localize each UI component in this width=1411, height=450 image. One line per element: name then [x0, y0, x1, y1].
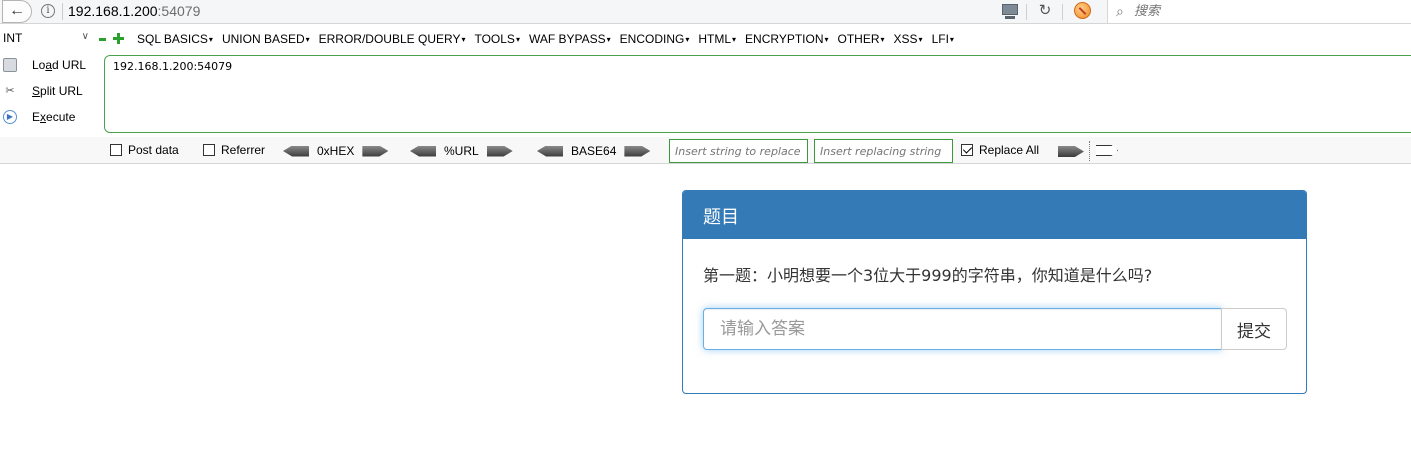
info-icon[interactable]: i — [41, 4, 55, 18]
menu-item-label: WAF BYPASS — [528, 32, 606, 46]
replace-all-box[interactable] — [961, 144, 973, 156]
scissors-icon: ✂ — [5, 85, 15, 97]
menu-item-label: TOOLS — [474, 32, 515, 46]
referrer-box[interactable] — [203, 144, 215, 156]
panel-title: 题目 — [683, 191, 1306, 239]
url-textarea[interactable]: 192.168.1.200:54079 — [104, 55, 1411, 133]
url-port: :54079 — [157, 3, 201, 19]
referrer-checkbox[interactable]: Referrer — [203, 143, 265, 159]
replace-all-checkbox[interactable]: Replace All — [961, 143, 1039, 159]
back-arrow-icon[interactable]: ← — [2, 0, 32, 23]
block-addon-icon[interactable] — [1074, 2, 1091, 19]
hackbar-controls: Post data Referrer 0xHEX %URL BASE64 Rep… — [0, 137, 1411, 164]
menu-item-union-based[interactable]: UNION BASED▾ — [222, 32, 310, 46]
caret-down-icon: ▾ — [918, 35, 923, 44]
menu-item-label: OTHER — [837, 32, 880, 46]
menu-item-label: ENCODING — [619, 32, 685, 46]
caret-down-icon: ▾ — [461, 35, 466, 44]
post-data-checkbox[interactable]: Post data — [110, 143, 179, 159]
menu-item-label: LFI — [931, 32, 949, 46]
replace-to-input[interactable] — [814, 139, 953, 163]
search-icon: ⌕ — [1116, 3, 1124, 19]
replace-arrow-icon[interactable] — [1058, 146, 1084, 157]
caret-down-icon: ▾ — [685, 35, 690, 44]
load-icon — [3, 58, 17, 72]
reload-icon[interactable]: ↻ — [1037, 3, 1053, 21]
caret-down-icon: ▾ — [515, 35, 520, 44]
base64-encode-arrow-icon[interactable] — [624, 145, 651, 157]
menu-item-encryption[interactable]: ENCRYPTION▾ — [745, 32, 828, 46]
menu-item-waf-bypass[interactable]: WAF BYPASS▾ — [529, 32, 611, 46]
hex-decode-arrow-icon[interactable] — [283, 145, 309, 157]
base64-decode-arrow-icon[interactable] — [537, 145, 563, 157]
submit-button[interactable]: 提交 — [1221, 308, 1287, 350]
chevron-down-icon: ∨ — [81, 31, 89, 42]
answer-input[interactable] — [703, 308, 1222, 350]
type-select[interactable]: INT ∨ — [3, 31, 91, 49]
toolbar-divider — [1062, 4, 1063, 20]
replace-all-label: Replace All — [979, 143, 1040, 157]
url-separator — [62, 3, 63, 20]
load-url-label: Load URL — [32, 58, 87, 72]
menu-item-sql-basics[interactable]: SQL BASICS▾ — [137, 32, 213, 46]
arrow-right-icon[interactable] — [1096, 145, 1118, 156]
post-data-label: Post data — [128, 143, 179, 157]
url-host: 192.168.1.200 — [68, 3, 158, 19]
menu-item-encoding[interactable]: ENCODING▾ — [620, 32, 690, 46]
menu-item-tools[interactable]: TOOLS▾ — [474, 32, 519, 46]
type-select-value: INT — [3, 31, 23, 45]
question-text: 第一题：小明想要一个3位大于999的字符串，你知道是什么吗? — [703, 266, 1153, 285]
split-url-label: Split URL — [32, 84, 83, 98]
controls-separator — [1089, 141, 1090, 161]
caret-down-icon: ▾ — [208, 35, 213, 44]
url-field[interactable]: 192.168.1.200:54079 — [68, 3, 200, 19]
post-data-box[interactable] — [110, 144, 122, 156]
menu-item-xss[interactable]: XSS▾ — [894, 32, 923, 46]
base64-encoder: BASE64 — [537, 143, 651, 159]
base64-label: BASE64 — [571, 144, 617, 158]
caret-down-icon: ▾ — [949, 35, 954, 44]
monitor-icon[interactable] — [1001, 3, 1019, 21]
menu-item-label: HTML — [698, 32, 732, 46]
caret-down-icon: ▾ — [606, 35, 611, 44]
hackbar-menu: INT ∨ SQL BASICS▾ UNION BASED▾ ERROR/DOUBL… — [0, 29, 1411, 51]
caret-down-icon: ▾ — [732, 35, 737, 44]
question-panel: 题目 第一题：小明想要一个3位大于999的字符串，你知道是什么吗? 提交 — [682, 190, 1307, 394]
menu-item-label: XSS — [893, 32, 918, 46]
caret-down-icon: ▾ — [880, 35, 885, 44]
browser-address-bar: ← i 192.168.1.200:54079 ↻ ⌕ — [0, 0, 1411, 24]
minus-icon[interactable] — [99, 38, 106, 41]
hackbar-menu-items: SQL BASICS▾ UNION BASED▾ ERROR/DOUBLE QUER… — [137, 32, 954, 46]
replace-from-input[interactable] — [669, 139, 808, 163]
referrer-label: Referrer — [221, 143, 266, 157]
search-input[interactable] — [1134, 2, 1394, 20]
execute-label: Execute — [32, 110, 76, 124]
play-icon: ▶ — [3, 110, 17, 124]
url-enc-label: %URL — [444, 144, 479, 158]
caret-down-icon: ▾ — [824, 35, 829, 44]
url-encoder: %URL — [410, 143, 513, 159]
url-encode-arrow-icon[interactable] — [486, 145, 513, 157]
menu-item-lfi[interactable]: LFI▾ — [932, 32, 954, 46]
menu-item-html[interactable]: HTML▾ — [698, 32, 736, 46]
hex-label: 0xHEX — [317, 144, 355, 158]
url-decode-arrow-icon[interactable] — [410, 145, 436, 157]
menu-item-label: UNION BASED — [221, 32, 305, 46]
menu-item-label: SQL BASICS — [137, 32, 208, 46]
hex-encode-arrow-icon[interactable] — [362, 145, 389, 157]
menu-item-label: ENCRYPTION — [745, 32, 824, 46]
menu-item-error-double-query[interactable]: ERROR/DOUBLE QUERY▾ — [319, 32, 466, 46]
caret-down-icon: ▾ — [305, 35, 310, 44]
search-box[interactable]: ⌕ — [1107, 0, 1411, 23]
menu-item-other[interactable]: OTHER▾ — [838, 32, 885, 46]
toolbar-divider — [1026, 4, 1027, 20]
plus-icon[interactable] — [113, 33, 124, 44]
menu-item-label: ERROR/DOUBLE QUERY — [318, 32, 461, 46]
hex-encoder: 0xHEX — [283, 143, 389, 159]
